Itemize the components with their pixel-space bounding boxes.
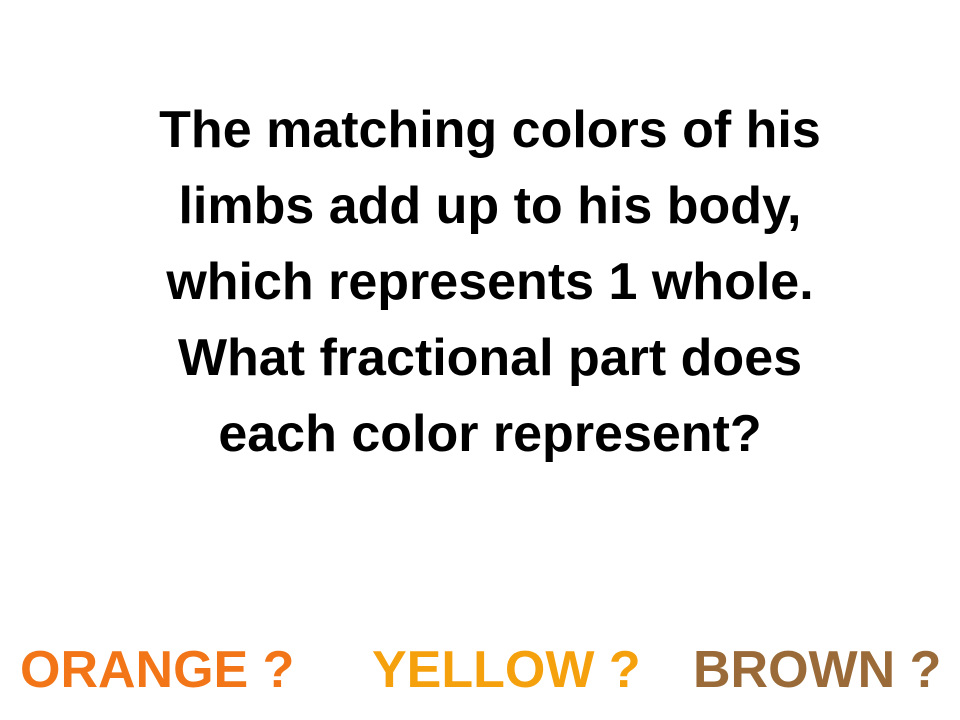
- yellow-label: YELLOW ?: [372, 641, 641, 699]
- question-line: What fractional part does: [177, 329, 803, 387]
- question-line: The matching colors of his: [159, 101, 821, 159]
- question-line: which represents 1 whole.: [166, 253, 814, 311]
- question-line: each color represent?: [218, 405, 762, 463]
- question-text: The matching colors of his limbs add up …: [90, 92, 890, 472]
- orange-label: ORANGE ?: [20, 641, 295, 699]
- brown-label: BROWN ?: [693, 641, 942, 699]
- color-labels-row: ORANGE ? YELLOW ? BROWN ?: [0, 636, 960, 706]
- question-line: limbs add up to his body,: [178, 177, 802, 235]
